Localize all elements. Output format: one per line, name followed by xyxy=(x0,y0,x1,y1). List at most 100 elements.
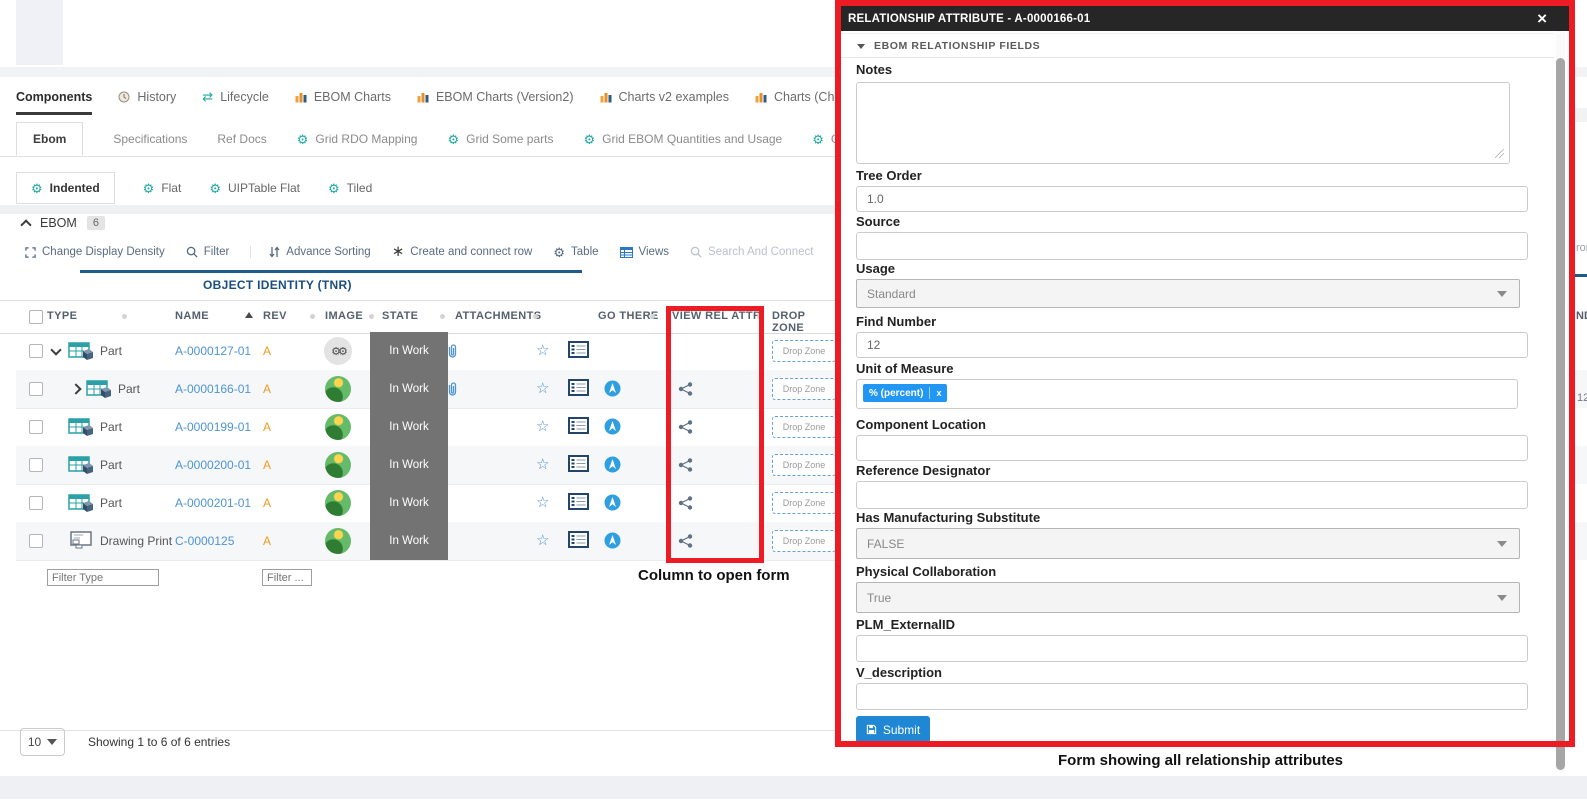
row-checkbox[interactable] xyxy=(29,458,43,472)
name-link[interactable]: A-0000127-01 xyxy=(175,344,251,358)
panel-scrollbar-thumb[interactable] xyxy=(1556,58,1565,770)
sort-icon[interactable] xyxy=(757,314,762,319)
row-checkbox[interactable] xyxy=(29,344,43,358)
drop-zone[interactable]: Drop Zone xyxy=(772,340,836,362)
filter-type-input[interactable] xyxy=(47,569,159,586)
star-icon[interactable]: ☆ xyxy=(536,341,549,359)
star-icon[interactable]: ☆ xyxy=(536,493,549,511)
tab-grid-rdo-mapping[interactable]: ⚙Grid RDO Mapping xyxy=(297,132,418,146)
header-name[interactable]: NAME xyxy=(175,310,209,322)
table-row[interactable]: Part A-0000127-01 A ⚙⚙ In Work ☆ xyxy=(16,332,835,371)
tab-ebom-charts-v2[interactable]: EBOM Charts (Version2) xyxy=(417,90,574,104)
change-display-density-button[interactable]: Change Display Density xyxy=(25,246,165,258)
tab-specifications[interactable]: Specifications xyxy=(113,132,187,146)
star-icon[interactable]: ☆ xyxy=(536,379,549,397)
filter-button[interactable]: Filter xyxy=(186,246,230,258)
sort-icon[interactable] xyxy=(369,314,374,319)
header-drop-zone[interactable]: DROP ZONE xyxy=(772,310,835,334)
header-image[interactable]: IMAGE xyxy=(325,310,363,322)
table-row[interactable]: Part A-0000199-01 A In Work ☆ xyxy=(16,408,835,447)
drop-zone[interactable]: Drop Zone xyxy=(772,416,836,438)
details-list-icon[interactable] xyxy=(568,341,589,358)
sort-icon[interactable] xyxy=(650,314,655,319)
thumbnail-image[interactable] xyxy=(325,528,351,554)
header-view-rel-attr[interactable]: VIEW REL ATTR xyxy=(672,310,761,322)
v-description-input[interactable] xyxy=(856,683,1528,710)
component-location-input[interactable] xyxy=(856,435,1528,461)
tab-indented[interactable]: ⚙Indented xyxy=(16,172,115,204)
create-and-connect-row-button[interactable]: ∗ Create and connect row xyxy=(392,246,533,258)
row-checkbox[interactable] xyxy=(29,534,43,548)
collapse-section-icon[interactable] xyxy=(20,219,31,230)
sort-asc-icon[interactable] xyxy=(245,312,253,318)
header-rev[interactable]: REV xyxy=(263,310,287,322)
tab-tiled[interactable]: ⚙Tiled xyxy=(328,181,372,195)
header-type[interactable]: TYPE xyxy=(47,310,77,322)
tab-flat[interactable]: ⚙Flat xyxy=(143,181,182,195)
tab-ebom-charts[interactable]: EBOM Charts xyxy=(295,90,391,104)
tab-components[interactable]: Components xyxy=(16,90,92,104)
views-button[interactable]: Views xyxy=(620,246,669,258)
name-link[interactable]: A-0000200-01 xyxy=(175,458,251,472)
star-icon[interactable]: ☆ xyxy=(536,455,549,473)
find-number-input[interactable] xyxy=(856,332,1528,358)
go-there-icon[interactable] xyxy=(604,532,621,549)
details-list-icon[interactable] xyxy=(568,455,589,472)
name-link[interactable]: A-0000199-01 xyxy=(175,420,251,434)
tab-history[interactable]: History xyxy=(118,90,176,104)
plm-externalid-input[interactable] xyxy=(856,635,1528,662)
drop-zone[interactable]: Drop Zone xyxy=(772,378,836,400)
go-there-icon[interactable] xyxy=(604,380,621,397)
share-icon[interactable] xyxy=(678,534,693,548)
advance-sorting-button[interactable]: Advance Sorting xyxy=(250,246,370,258)
table-row[interactable]: Drawing Print C-0000125 A In Work ☆ xyxy=(16,522,835,561)
sort-icon[interactable] xyxy=(533,314,538,319)
details-list-icon[interactable] xyxy=(568,379,589,396)
share-icon[interactable] xyxy=(678,420,693,434)
thumbnail-image[interactable] xyxy=(325,490,351,516)
name-link[interactable]: C-0000125 xyxy=(175,534,234,548)
tab-lifecycle[interactable]: ⇄ Lifecycle xyxy=(202,89,269,105)
thumbnail-image[interactable] xyxy=(325,452,351,478)
go-there-icon[interactable] xyxy=(604,456,621,473)
details-list-icon[interactable] xyxy=(568,531,589,548)
share-icon[interactable] xyxy=(678,496,693,510)
attachment-icon[interactable] xyxy=(446,343,458,359)
uom-field[interactable]: % (percent) x xyxy=(856,379,1518,409)
thumbnail-image[interactable] xyxy=(325,414,351,440)
drop-zone[interactable]: Drop Zone xyxy=(772,530,836,552)
table-button[interactable]: ⚙ Table xyxy=(553,246,598,259)
sort-icon[interactable] xyxy=(310,314,315,319)
go-there-icon[interactable] xyxy=(604,418,621,435)
thumbnail-image[interactable] xyxy=(325,376,351,402)
thumbnail-gears[interactable]: ⚙⚙ xyxy=(324,337,352,365)
share-icon[interactable] xyxy=(678,382,693,396)
close-icon[interactable]: × xyxy=(1537,9,1547,29)
name-link[interactable]: A-0000166-01 xyxy=(175,382,251,396)
table-row[interactable]: Part A-0000166-01 A In Work ☆ xyxy=(16,370,835,409)
resize-handle[interactable] xyxy=(1495,149,1504,158)
details-list-icon[interactable] xyxy=(568,493,589,510)
drop-zone[interactable]: Drop Zone xyxy=(772,492,836,514)
notes-textarea[interactable] xyxy=(856,82,1510,164)
tree-order-input[interactable] xyxy=(856,186,1528,212)
reference-designator-input[interactable] xyxy=(856,481,1528,509)
star-icon[interactable]: ☆ xyxy=(536,417,549,435)
share-icon[interactable] xyxy=(678,458,693,472)
remove-tag-icon[interactable]: x xyxy=(936,388,941,398)
tab-charts-v2-examples[interactable]: Charts v2 examples xyxy=(600,90,729,104)
section-header[interactable]: EBOM RELATIONSHIP FIELDS xyxy=(857,40,1040,52)
search-and-connect-button[interactable]: Search And Connect xyxy=(690,246,814,258)
submit-button[interactable]: Submit xyxy=(856,716,930,743)
filter-name-input[interactable] xyxy=(262,569,312,586)
header-attachments[interactable]: ATTACHMENTS xyxy=(455,310,541,322)
details-list-icon[interactable] xyxy=(568,417,589,434)
drop-zone[interactable]: Drop Zone xyxy=(772,454,836,476)
page-size-select[interactable]: 10 xyxy=(20,728,65,756)
usage-select[interactable]: Standard xyxy=(856,279,1520,308)
row-checkbox[interactable] xyxy=(29,496,43,510)
attachment-icon[interactable] xyxy=(446,381,458,397)
chevron-right-icon[interactable] xyxy=(70,383,81,394)
row-checkbox[interactable] xyxy=(29,382,43,396)
select-all-checkbox[interactable] xyxy=(29,310,43,324)
